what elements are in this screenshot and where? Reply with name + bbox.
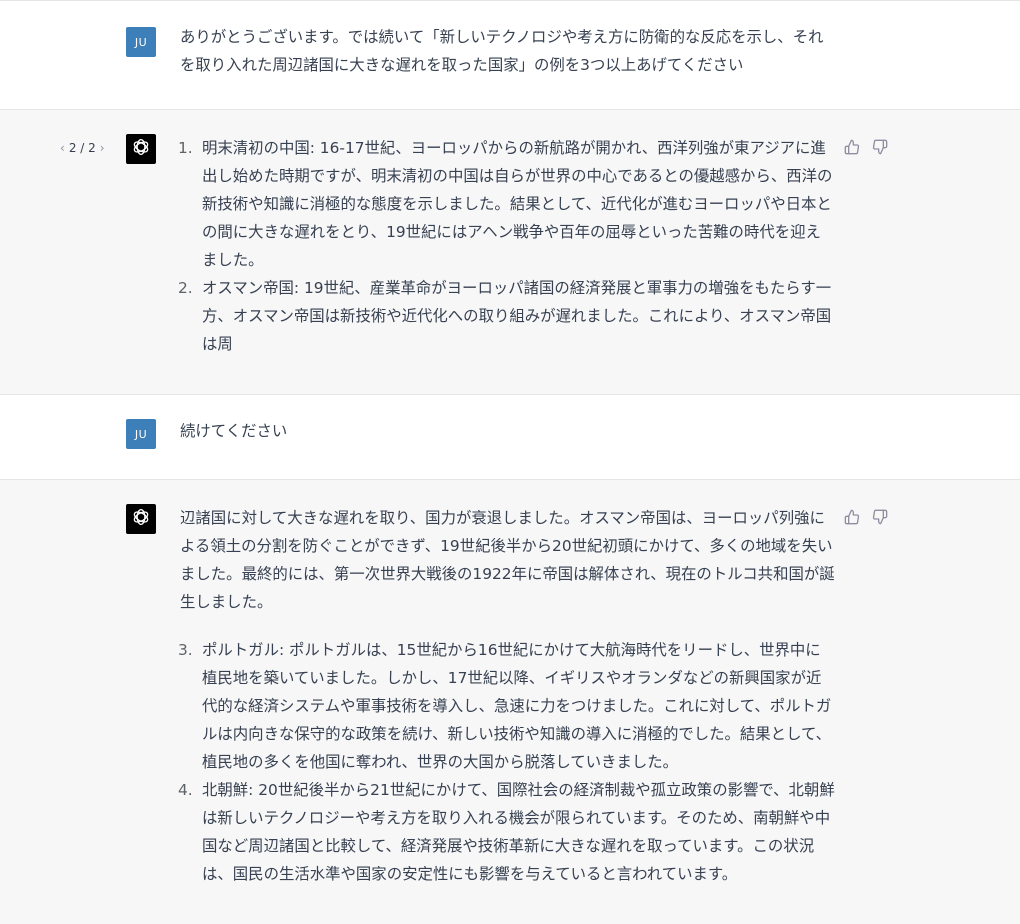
user-avatar-initials: JU — [134, 427, 148, 441]
list-item-text: 明末清初の中国: 16-17世紀、ヨーロッパからの新航路が開かれ、西洋列強が東ア… — [202, 139, 833, 269]
thumbs-up-icon[interactable] — [844, 509, 860, 525]
user-message-text: 続けてください — [180, 417, 835, 445]
openai-logo-icon — [130, 506, 152, 532]
list-item: 1. 明末清初の中国: 16-17世紀、ヨーロッパからの新航路が開かれ、西洋列強… — [178, 134, 835, 274]
thumbs-down-icon[interactable] — [872, 509, 888, 525]
list-item: 2. オスマン帝国: 19世紀、産業革命がヨーロッパ諸国の経済発展と軍事力の増強… — [178, 274, 835, 358]
pager-prev-button[interactable]: ‹ — [60, 141, 65, 155]
answer-list: 1. 明末清初の中国: 16-17世紀、ヨーロッパからの新航路が開かれ、西洋列強… — [178, 134, 835, 358]
user-avatar: JU — [126, 27, 156, 57]
continued-paragraph: 辺諸国に対して大きな遅れを取り、国力が衰退しました。オスマン帝国は、ヨーロッパ列… — [180, 509, 835, 611]
list-item-text: 北朝鮮: 20世紀後半から21世紀にかけて、国際社会の経済制裁や孤立政策の影響で… — [202, 781, 835, 883]
thumbs-up-icon[interactable] — [844, 139, 860, 155]
assistant-message-2: 辺諸国に対して大きな遅れを取り、国力が衰退しました。オスマン帝国は、ヨーロッパ列… — [0, 480, 1020, 924]
list-number: 1. — [178, 139, 193, 157]
list-number: 3. — [178, 641, 193, 659]
openai-logo-icon — [130, 136, 152, 162]
response-pager: ‹ 2 / 2 › — [60, 141, 105, 155]
feedback-buttons — [844, 509, 888, 525]
user-message-1: JU ありがとうございます。では続いて「新しいテクノロジや考え方に防衛的な反応を… — [0, 0, 1020, 110]
pager-label: 2 / 2 — [68, 141, 96, 155]
assistant-avatar — [126, 134, 156, 164]
pager-next-button[interactable]: › — [100, 141, 105, 155]
list-number: 2. — [178, 279, 193, 297]
message-body: ありがとうございます。では続いて「新しいテクノロジや考え方に防衛的な反応を示し、… — [180, 28, 824, 74]
user-avatar: JU — [126, 419, 156, 449]
user-message-2: JU 続けてください — [0, 394, 1020, 480]
feedback-buttons — [844, 139, 888, 155]
list-item: 3. ポルトガル: ポルトガルは、15世紀から16世紀にかけて大航海時代をリード… — [178, 636, 835, 776]
list-item: 4. 北朝鮮: 20世紀後半から21世紀にかけて、国際社会の経済制裁や孤立政策の… — [178, 776, 835, 888]
list-item-text: オスマン帝国: 19世紀、産業革命がヨーロッパ諸国の経済発展と軍事力の増強をもた… — [202, 279, 832, 353]
assistant-avatar — [126, 504, 156, 534]
assistant-message-text: 辺諸国に対して大きな遅れを取り、国力が衰退しました。オスマン帝国は、ヨーロッパ列… — [178, 504, 835, 888]
assistant-message-text: 1. 明末清初の中国: 16-17世紀、ヨーロッパからの新航路が開かれ、西洋列強… — [178, 134, 835, 358]
user-avatar-initials: JU — [134, 35, 148, 49]
message-body: 続けてください — [180, 422, 288, 440]
thumbs-down-icon[interactable] — [872, 139, 888, 155]
user-message-text: ありがとうございます。では続いて「新しいテクノロジや考え方に防衛的な反応を示し、… — [180, 23, 835, 79]
assistant-message-1: ‹ 2 / 2 › 1. 明末清初の中国: 16-17世紀、ヨーロッパからの新航… — [0, 110, 1020, 394]
list-number: 4. — [178, 781, 193, 799]
list-item-text: ポルトガル: ポルトガルは、15世紀から16世紀にかけて大航海時代をリードし、世… — [202, 641, 832, 771]
answer-list: 3. ポルトガル: ポルトガルは、15世紀から16世紀にかけて大航海時代をリード… — [178, 636, 835, 888]
